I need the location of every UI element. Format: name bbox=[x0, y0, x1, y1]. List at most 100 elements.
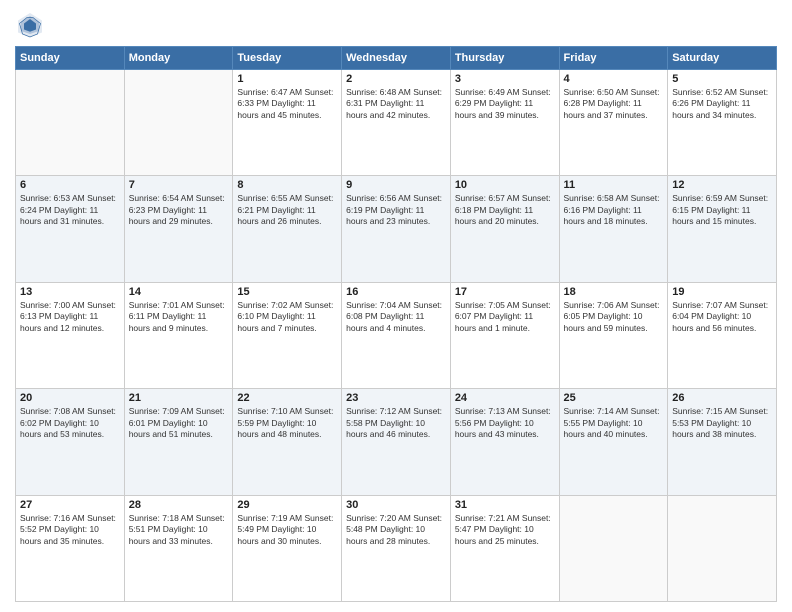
day-number: 13 bbox=[20, 286, 120, 298]
col-header-monday: Monday bbox=[124, 47, 233, 70]
table-row: 16 Sunrise: 7:04 AM Sunset: 6:08 PM Dayli… bbox=[342, 282, 451, 388]
col-header-wednesday: Wednesday bbox=[342, 47, 451, 70]
day-number: 4 bbox=[564, 73, 664, 85]
day-info: Sunrise: 6:50 AM Sunset: 6:28 PM Dayligh… bbox=[564, 87, 664, 121]
table-row: 17 Sunrise: 7:05 AM Sunset: 6:07 PM Dayli… bbox=[450, 282, 559, 388]
day-number: 15 bbox=[237, 286, 337, 298]
calendar-row: 20 Sunrise: 7:08 AM Sunset: 6:02 PM Dayli… bbox=[16, 389, 777, 495]
logo-icon bbox=[15, 10, 45, 40]
table-row bbox=[16, 70, 125, 176]
table-row: 30 Sunrise: 7:20 AM Sunset: 5:48 PM Dayli… bbox=[342, 495, 451, 601]
day-info: Sunrise: 7:10 AM Sunset: 5:59 PM Dayligh… bbox=[237, 406, 337, 440]
calendar-row: 6 Sunrise: 6:53 AM Sunset: 6:24 PM Daylig… bbox=[16, 176, 777, 282]
day-number: 22 bbox=[237, 392, 337, 404]
day-number: 27 bbox=[20, 499, 120, 511]
day-info: Sunrise: 7:13 AM Sunset: 5:56 PM Dayligh… bbox=[455, 406, 555, 440]
logo bbox=[15, 10, 49, 40]
day-number: 16 bbox=[346, 286, 446, 298]
table-row bbox=[668, 495, 777, 601]
day-number: 7 bbox=[129, 179, 229, 191]
day-number: 24 bbox=[455, 392, 555, 404]
day-info: Sunrise: 7:05 AM Sunset: 6:07 PM Dayligh… bbox=[455, 300, 555, 334]
day-info: Sunrise: 6:53 AM Sunset: 6:24 PM Dayligh… bbox=[20, 193, 120, 227]
day-info: Sunrise: 7:08 AM Sunset: 6:02 PM Dayligh… bbox=[20, 406, 120, 440]
day-number: 6 bbox=[20, 179, 120, 191]
table-row: 12Sunrise: 6:59 AM Sunset: 6:15 PM Dayli… bbox=[668, 176, 777, 282]
day-info: Sunrise: 6:54 AM Sunset: 6:23 PM Dayligh… bbox=[129, 193, 229, 227]
table-row bbox=[124, 70, 233, 176]
calendar: SundayMondayTuesdayWednesdayThursdayFrid… bbox=[15, 46, 777, 602]
col-header-thursday: Thursday bbox=[450, 47, 559, 70]
table-row: 1Sunrise: 6:47 AM Sunset: 6:33 PM Daylig… bbox=[233, 70, 342, 176]
day-number: 17 bbox=[455, 286, 555, 298]
day-info: Sunrise: 6:57 AM Sunset: 6:18 PM Dayligh… bbox=[455, 193, 555, 227]
day-info: Sunrise: 7:15 AM Sunset: 5:53 PM Dayligh… bbox=[672, 406, 772, 440]
table-row: 27 Sunrise: 7:16 AM Sunset: 5:52 PM Dayli… bbox=[16, 495, 125, 601]
calendar-row: 13 Sunrise: 7:00 AM Sunset: 6:13 PM Dayli… bbox=[16, 282, 777, 388]
table-row: 6 Sunrise: 6:53 AM Sunset: 6:24 PM Daylig… bbox=[16, 176, 125, 282]
table-row: 4 Sunrise: 6:50 AM Sunset: 6:28 PM Daylig… bbox=[559, 70, 668, 176]
day-number: 18 bbox=[564, 286, 664, 298]
col-header-sunday: Sunday bbox=[16, 47, 125, 70]
day-info: Sunrise: 6:49 AM Sunset: 6:29 PM Dayligh… bbox=[455, 87, 555, 121]
day-info: Sunrise: 7:21 AM Sunset: 5:47 PM Dayligh… bbox=[455, 513, 555, 547]
day-number: 8 bbox=[237, 179, 337, 191]
table-row: 24 Sunrise: 7:13 AM Sunset: 5:56 PM Dayli… bbox=[450, 389, 559, 495]
table-row: 20 Sunrise: 7:08 AM Sunset: 6:02 PM Dayli… bbox=[16, 389, 125, 495]
table-row: 13 Sunrise: 7:00 AM Sunset: 6:13 PM Dayli… bbox=[16, 282, 125, 388]
header-row: SundayMondayTuesdayWednesdayThursdayFrid… bbox=[16, 47, 777, 70]
calendar-row: 1Sunrise: 6:47 AM Sunset: 6:33 PM Daylig… bbox=[16, 70, 777, 176]
col-header-tuesday: Tuesday bbox=[233, 47, 342, 70]
table-row: 31Sunrise: 7:21 AM Sunset: 5:47 PM Dayli… bbox=[450, 495, 559, 601]
table-row: 19Sunrise: 7:07 AM Sunset: 6:04 PM Dayli… bbox=[668, 282, 777, 388]
table-row: 28Sunrise: 7:18 AM Sunset: 5:51 PM Dayli… bbox=[124, 495, 233, 601]
day-info: Sunrise: 6:59 AM Sunset: 6:15 PM Dayligh… bbox=[672, 193, 772, 227]
table-row: 23 Sunrise: 7:12 AM Sunset: 5:58 PM Dayli… bbox=[342, 389, 451, 495]
table-row: 9Sunrise: 6:56 AM Sunset: 6:19 PM Daylig… bbox=[342, 176, 451, 282]
day-number: 10 bbox=[455, 179, 555, 191]
table-row: 14 Sunrise: 7:01 AM Sunset: 6:11 PM Dayli… bbox=[124, 282, 233, 388]
col-header-friday: Friday bbox=[559, 47, 668, 70]
day-number: 9 bbox=[346, 179, 446, 191]
day-info: Sunrise: 7:07 AM Sunset: 6:04 PM Dayligh… bbox=[672, 300, 772, 334]
calendar-row: 27 Sunrise: 7:16 AM Sunset: 5:52 PM Dayli… bbox=[16, 495, 777, 601]
table-row: 26 Sunrise: 7:15 AM Sunset: 5:53 PM Dayli… bbox=[668, 389, 777, 495]
table-row: 7 Sunrise: 6:54 AM Sunset: 6:23 PM Daylig… bbox=[124, 176, 233, 282]
table-row: 3 Sunrise: 6:49 AM Sunset: 6:29 PM Daylig… bbox=[450, 70, 559, 176]
day-info: Sunrise: 7:01 AM Sunset: 6:11 PM Dayligh… bbox=[129, 300, 229, 334]
day-info: Sunrise: 7:16 AM Sunset: 5:52 PM Dayligh… bbox=[20, 513, 120, 547]
day-number: 25 bbox=[564, 392, 664, 404]
day-info: Sunrise: 7:14 AM Sunset: 5:55 PM Dayligh… bbox=[564, 406, 664, 440]
table-row: 21 Sunrise: 7:09 AM Sunset: 6:01 PM Dayli… bbox=[124, 389, 233, 495]
day-number: 23 bbox=[346, 392, 446, 404]
day-info: Sunrise: 7:18 AM Sunset: 5:51 PM Dayligh… bbox=[129, 513, 229, 547]
day-info: Sunrise: 6:52 AM Sunset: 6:26 PM Dayligh… bbox=[672, 87, 772, 121]
day-info: Sunrise: 6:47 AM Sunset: 6:33 PM Dayligh… bbox=[237, 87, 337, 121]
day-number: 20 bbox=[20, 392, 120, 404]
day-number: 3 bbox=[455, 73, 555, 85]
page: SundayMondayTuesdayWednesdayThursdayFrid… bbox=[0, 0, 792, 612]
day-info: Sunrise: 7:19 AM Sunset: 5:49 PM Dayligh… bbox=[237, 513, 337, 547]
day-info: Sunrise: 7:04 AM Sunset: 6:08 PM Dayligh… bbox=[346, 300, 446, 334]
table-row: 25 Sunrise: 7:14 AM Sunset: 5:55 PM Dayli… bbox=[559, 389, 668, 495]
day-number: 21 bbox=[129, 392, 229, 404]
table-row: 8 Sunrise: 6:55 AM Sunset: 6:21 PM Daylig… bbox=[233, 176, 342, 282]
table-row: 5Sunrise: 6:52 AM Sunset: 6:26 PM Daylig… bbox=[668, 70, 777, 176]
day-number: 30 bbox=[346, 499, 446, 511]
table-row: 22 Sunrise: 7:10 AM Sunset: 5:59 PM Dayli… bbox=[233, 389, 342, 495]
day-info: Sunrise: 7:06 AM Sunset: 6:05 PM Dayligh… bbox=[564, 300, 664, 334]
day-number: 2 bbox=[346, 73, 446, 85]
day-info: Sunrise: 6:58 AM Sunset: 6:16 PM Dayligh… bbox=[564, 193, 664, 227]
table-row: 29 Sunrise: 7:19 AM Sunset: 5:49 PM Dayli… bbox=[233, 495, 342, 601]
day-info: Sunrise: 7:09 AM Sunset: 6:01 PM Dayligh… bbox=[129, 406, 229, 440]
table-row: 15Sunrise: 7:02 AM Sunset: 6:10 PM Dayli… bbox=[233, 282, 342, 388]
day-info: Sunrise: 6:55 AM Sunset: 6:21 PM Dayligh… bbox=[237, 193, 337, 227]
table-row: 2Sunrise: 6:48 AM Sunset: 6:31 PM Daylig… bbox=[342, 70, 451, 176]
table-row: 10 Sunrise: 6:57 AM Sunset: 6:18 PM Dayli… bbox=[450, 176, 559, 282]
day-number: 26 bbox=[672, 392, 772, 404]
day-info: Sunrise: 7:20 AM Sunset: 5:48 PM Dayligh… bbox=[346, 513, 446, 547]
day-info: Sunrise: 7:00 AM Sunset: 6:13 PM Dayligh… bbox=[20, 300, 120, 334]
day-number: 29 bbox=[237, 499, 337, 511]
day-number: 14 bbox=[129, 286, 229, 298]
day-info: Sunrise: 7:12 AM Sunset: 5:58 PM Dayligh… bbox=[346, 406, 446, 440]
